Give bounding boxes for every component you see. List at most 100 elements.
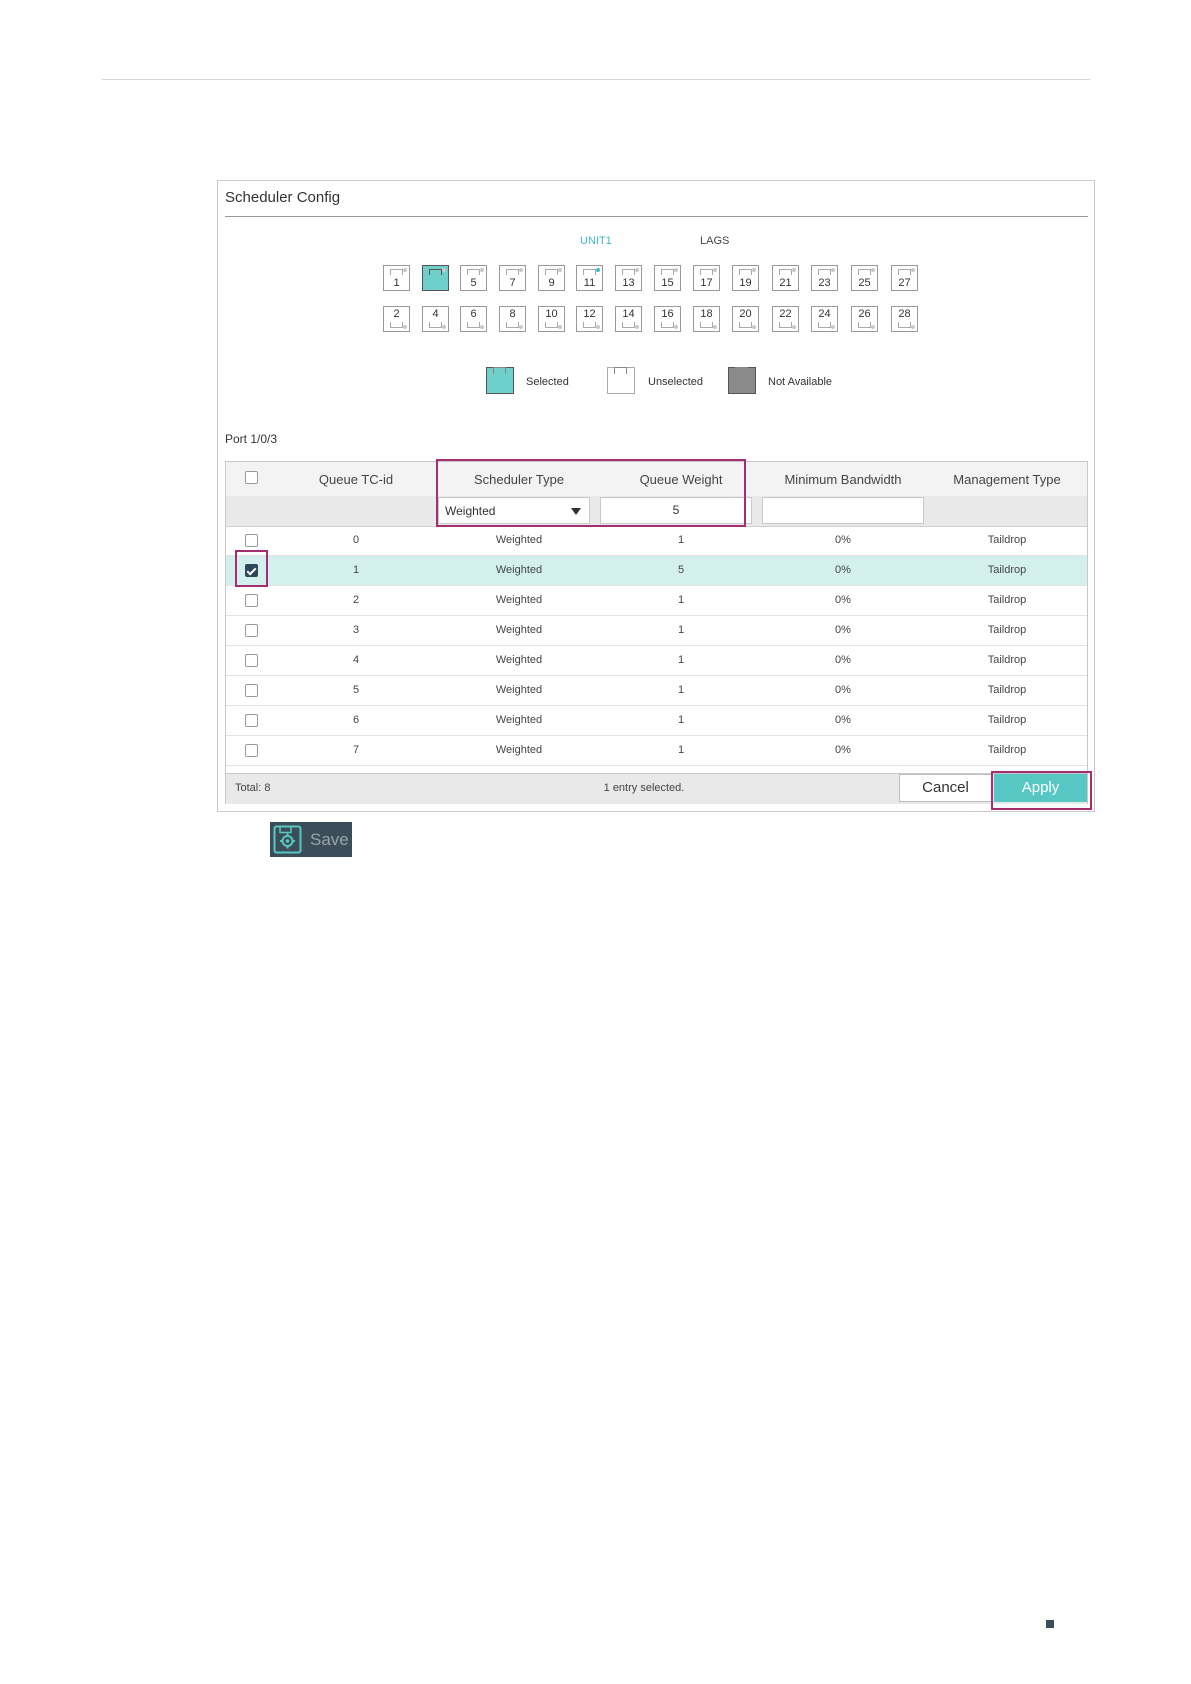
port-status-led-icon xyxy=(792,325,796,329)
port-number: 7 xyxy=(509,277,516,289)
cell-tc: 3 xyxy=(352,624,360,636)
port-13[interactable]: 13 xyxy=(615,265,642,291)
cancel-button[interactable]: Cancel xyxy=(899,774,992,802)
port-19[interactable]: 19 xyxy=(732,265,759,291)
port-status-led-icon xyxy=(480,268,484,272)
port-6[interactable]: 6 xyxy=(460,306,487,332)
row-checkbox[interactable] xyxy=(245,594,258,607)
port-number: 18 xyxy=(700,308,713,320)
col-scheduler-type: Scheduler Type xyxy=(473,472,565,487)
port-1[interactable]: 1 xyxy=(383,265,410,291)
cell-tc: 4 xyxy=(352,654,360,666)
port-number: 28 xyxy=(898,308,911,320)
port-status-led-icon xyxy=(403,325,407,329)
table-row[interactable]: 6 Weighted 1 0% Taildrop xyxy=(226,706,1087,736)
port-number: 22 xyxy=(779,308,792,320)
port-status-led-icon xyxy=(480,325,484,329)
port-18[interactable]: 18 xyxy=(693,306,720,332)
row-checkbox[interactable] xyxy=(245,714,258,727)
save-button[interactable]: Save xyxy=(270,822,352,857)
row-checkbox[interactable] xyxy=(245,624,258,637)
port-23[interactable]: 23 xyxy=(811,265,838,291)
port-3[interactable]: 3 xyxy=(422,265,449,291)
cell-type: Weighted xyxy=(495,534,543,546)
cell-bw: 0% xyxy=(835,744,851,756)
col-queue-weight: Queue Weight xyxy=(639,472,723,487)
port-9[interactable]: 9 xyxy=(538,265,565,291)
panel-title: Scheduler Config xyxy=(225,189,341,206)
save-label: Save xyxy=(310,830,349,849)
tab-unit1[interactable]: UNIT1 xyxy=(580,235,612,247)
port-17[interactable]: 17 xyxy=(693,265,720,291)
port-number: 16 xyxy=(661,308,674,320)
table-row[interactable]: 3 Weighted 1 0% Taildrop xyxy=(226,616,1087,646)
col-queue-tc-id: Queue TC-id xyxy=(318,472,394,487)
cell-weight: 5 xyxy=(677,564,685,576)
row-checkbox[interactable] xyxy=(245,684,258,697)
port-2[interactable]: 2 xyxy=(383,306,410,332)
port-number: 4 xyxy=(432,308,439,320)
port-26[interactable]: 26 xyxy=(851,306,878,332)
table-row[interactable]: 0 Weighted 1 0% Taildrop xyxy=(226,526,1087,556)
port-16[interactable]: 16 xyxy=(654,306,681,332)
cell-type: Weighted xyxy=(495,744,543,756)
port-14[interactable]: 14 xyxy=(615,306,642,332)
cell-weight: 1 xyxy=(677,654,685,666)
port-15[interactable]: 15 xyxy=(654,265,681,291)
total-count: Total: 8 xyxy=(235,782,271,794)
port-status-led-icon xyxy=(792,268,796,272)
cell-type: Weighted xyxy=(495,654,543,666)
queue-weight-input[interactable]: 5 xyxy=(600,497,752,524)
scheduler-type-value: Weighted xyxy=(445,504,496,518)
apply-button[interactable]: Apply xyxy=(994,774,1087,802)
table-row[interactable]: 2 Weighted 1 0% Taildrop xyxy=(226,586,1087,616)
port-status-led-icon xyxy=(558,325,562,329)
port-5[interactable]: 5 xyxy=(460,265,487,291)
port-number: 9 xyxy=(548,277,555,289)
table-row[interactable]: 4 Weighted 1 0% Taildrop xyxy=(226,646,1087,676)
select-all-checkbox[interactable] xyxy=(245,471,258,484)
row-checkbox[interactable] xyxy=(245,564,258,577)
port-25[interactable]: 25 xyxy=(851,265,878,291)
port-7[interactable]: 7 xyxy=(499,265,526,291)
row-checkbox[interactable] xyxy=(245,654,258,667)
table-row[interactable]: 7 Weighted 1 0% Taildrop xyxy=(226,736,1087,766)
port-number: 6 xyxy=(470,308,477,320)
port-11[interactable]: 11 xyxy=(576,265,603,291)
panel-divider xyxy=(225,216,1088,217)
cell-type: Weighted xyxy=(495,714,543,726)
port-22[interactable]: 22 xyxy=(772,306,799,332)
row-checkbox[interactable] xyxy=(245,534,258,547)
port-27[interactable]: 27 xyxy=(891,265,918,291)
port-number: 27 xyxy=(898,277,911,289)
port-21[interactable]: 21 xyxy=(772,265,799,291)
cell-weight: 1 xyxy=(677,624,685,636)
legend-not-available-label: Not Available xyxy=(768,376,833,388)
tab-lags[interactable]: LAGS xyxy=(700,235,729,247)
row-checkbox[interactable] xyxy=(245,744,258,757)
port-8[interactable]: 8 xyxy=(499,306,526,332)
cell-weight: 1 xyxy=(677,594,685,606)
port-4[interactable]: 4 xyxy=(422,306,449,332)
port-status-led-icon xyxy=(519,325,523,329)
cell-weight: 1 xyxy=(677,534,685,546)
port-12[interactable]: 12 xyxy=(576,306,603,332)
port-20[interactable]: 20 xyxy=(732,306,759,332)
scheduler-type-select[interactable]: Weighted xyxy=(438,497,590,524)
cell-mgmt: Taildrop xyxy=(987,684,1027,696)
gear-save-icon xyxy=(273,825,302,854)
port-status-led-icon xyxy=(911,268,915,272)
port-24[interactable]: 24 xyxy=(811,306,838,332)
port-28[interactable]: 28 xyxy=(891,306,918,332)
page-corner-mark xyxy=(1046,1620,1054,1628)
port-number: 11 xyxy=(583,277,596,289)
port-status-led-icon xyxy=(558,268,562,272)
cell-tc: 1 xyxy=(352,564,360,576)
port-status-led-icon xyxy=(519,268,523,272)
table-row[interactable]: 1 Weighted 5 0% Taildrop xyxy=(226,556,1087,586)
port-10[interactable]: 10 xyxy=(538,306,565,332)
table-row[interactable]: 5 Weighted 1 0% Taildrop xyxy=(226,676,1087,706)
table-footer: Total: 8 1 entry selected. Cancel Apply xyxy=(226,773,1087,804)
minimum-bandwidth-input[interactable] xyxy=(762,497,924,524)
cell-mgmt: Taildrop xyxy=(987,714,1027,726)
